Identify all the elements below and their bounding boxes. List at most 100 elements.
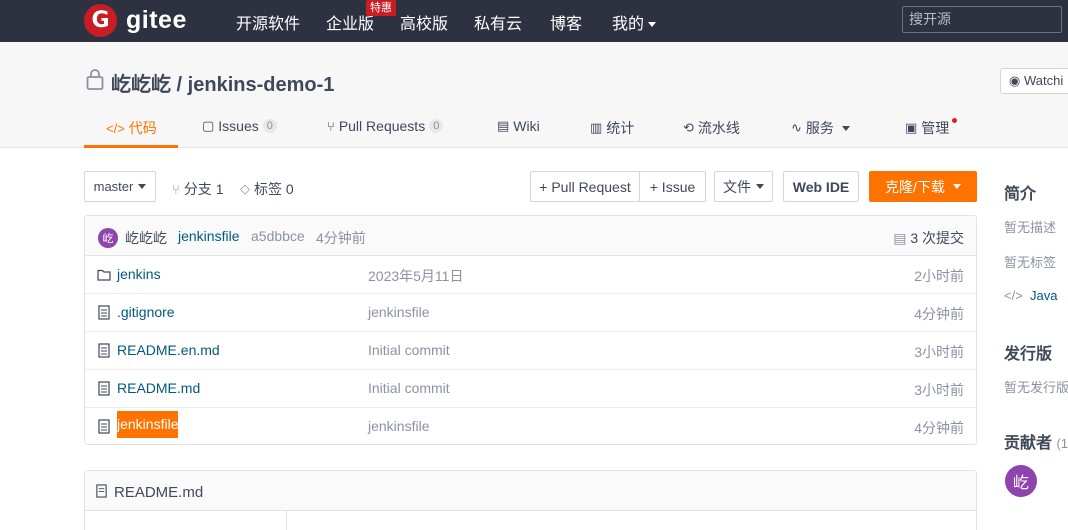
no-tags-text: 暂无标签 <box>1004 255 1057 270</box>
eye-icon: ◉ <box>1009 73 1021 88</box>
contributors-heading: 贡献者 (1 <box>1004 429 1068 453</box>
branches-link[interactable]: ⑂ 分支 1 <box>172 179 224 199</box>
language-link[interactable]: </> Java <box>1004 288 1058 303</box>
web-ide-button[interactable]: Web IDE <box>783 171 859 202</box>
file-name[interactable]: README.en.md <box>117 342 220 358</box>
commit-hash[interactable]: a5dbbce <box>251 228 305 244</box>
gitee-logo-text: gitee <box>126 6 187 34</box>
avatar[interactable]: 屹 <box>98 228 118 248</box>
branch-select[interactable]: master <box>84 171 156 202</box>
clone-download-label: 克隆/下载 <box>885 178 945 195</box>
gitee-logo-icon: G <box>84 4 117 37</box>
pull-request-icon: ⑂ <box>327 118 335 134</box>
tab-services[interactable]: ∿ 服务 <box>791 118 850 138</box>
bar-chart-icon: ▥ <box>590 120 603 135</box>
tab-code[interactable]: </> 代码 <box>106 118 157 138</box>
top-navbar: G gitee 开源软件 企业版 特惠 高校版 私有云 博客 我的 搜开源 <box>0 0 1068 42</box>
commit-time: 4分钟前 <box>316 230 366 246</box>
file-commit-message[interactable]: Initial commit <box>368 342 450 358</box>
chevron-down-icon <box>138 184 147 189</box>
tab-issues[interactable]: ▢ Issues 0 <box>202 118 277 134</box>
nav-blog[interactable]: 博客 <box>550 10 582 34</box>
repo-title[interactable]: 屹屹屹 / jenkins-demo-1 <box>111 68 334 97</box>
file-commit-message[interactable]: jenkinsfile <box>368 418 429 434</box>
contributors-count: (1 <box>1056 436 1068 451</box>
commit-count: 3 次提交 <box>910 230 964 246</box>
chevron-down-icon <box>952 184 961 189</box>
avatar[interactable]: 屹 <box>1005 465 1037 497</box>
nav-private-cloud[interactable]: 私有云 <box>474 10 522 34</box>
tab-issues-label: Issues <box>218 118 259 134</box>
tab-stats[interactable]: ▥ 统计 <box>590 118 634 138</box>
file-name[interactable]: jenkins <box>117 266 161 282</box>
tab-services-label: 服务 <box>805 120 834 136</box>
settings-doc-icon: ▣ <box>905 120 918 135</box>
tab-manage-label: 管理 <box>921 120 950 136</box>
file-time: 4分钟前 <box>914 306 964 322</box>
notification-dot <box>952 117 958 123</box>
table-row[interactable]: README.md Initial commit 3小时前 <box>85 370 976 408</box>
chevron-down-icon <box>648 22 657 28</box>
issues-count: 0 <box>262 119 277 133</box>
tab-wiki-label: Wiki <box>513 118 540 134</box>
table-row[interactable]: README.en.md Initial commit 3小时前 <box>85 332 976 370</box>
nav-mine-dropdown[interactable]: 我的 <box>612 10 657 34</box>
new-pull-request-button[interactable]: + Pull Request <box>530 171 640 202</box>
no-releases-text: 暂无发行版 <box>1004 380 1068 395</box>
file-commit-message[interactable]: Initial commit <box>368 380 450 396</box>
chevron-down-icon <box>841 125 850 131</box>
tab-pipeline[interactable]: ⟲ 流水线 <box>683 118 740 138</box>
active-tab-indicator <box>84 145 178 148</box>
commit-message[interactable]: jenkinsfile <box>178 228 239 244</box>
table-row[interactable]: jenkins 2023年5月11日 2小时前 <box>85 256 976 294</box>
file-commit-message[interactable]: 2023年5月11日 <box>368 266 463 286</box>
tags-link[interactable]: ◇ 标签 0 <box>240 179 294 199</box>
branches-label: 分支 1 <box>183 181 224 197</box>
tab-pull-requests[interactable]: ⑂ Pull Requests 0 <box>327 118 444 134</box>
new-issue-button[interactable]: + Issue <box>639 171 706 202</box>
latest-commit-bar: 屹 屹屹屹 jenkinsfile a5dbbce 4分钟前 ▤ 3 次提交 <box>85 216 976 256</box>
file-list: 屹 屹屹屹 jenkinsfile a5dbbce 4分钟前 ▤ 3 次提交 j… <box>84 215 977 445</box>
file-name[interactable]: .gitignore <box>117 304 175 320</box>
file-dropdown[interactable]: 文件 <box>714 171 773 202</box>
tags-label: 标签 0 <box>254 181 294 197</box>
tab-wiki[interactable]: ▤ Wiki <box>497 118 540 134</box>
pulse-icon: ∿ <box>791 120 802 135</box>
clone-download-button[interactable]: 克隆/下载 <box>869 171 977 202</box>
branch-select-label: master <box>93 179 134 194</box>
commits-icon: ▤ <box>893 230 907 246</box>
book-icon <box>96 484 107 498</box>
file-name[interactable]: README.md <box>117 380 200 396</box>
file-time: 2小时前 <box>914 268 964 284</box>
language-label: Java <box>1030 288 1058 303</box>
readme-title: README.md <box>114 484 204 501</box>
gitee-logo[interactable]: G gitee <box>84 4 187 37</box>
tab-code-label: 代码 <box>128 120 157 136</box>
commit-author[interactable]: 屹屹屹 <box>125 228 167 248</box>
nav-open-source[interactable]: 开源软件 <box>236 10 300 34</box>
tab-pipeline-label: 流水线 <box>697 120 740 136</box>
file-time: 4分钟前 <box>914 420 964 436</box>
chevron-down-icon <box>756 184 764 189</box>
contributors-label: 贡献者 <box>1004 435 1053 452</box>
table-row[interactable]: .gitignore jenkinsfile 4分钟前 <box>85 294 976 332</box>
nav-university[interactable]: 高校版 <box>400 10 448 34</box>
tab-manage[interactable]: ▣ 管理 <box>905 117 958 138</box>
search-input[interactable]: 搜开源 <box>902 6 1062 33</box>
file-icon <box>98 419 110 434</box>
file-icon <box>98 381 110 396</box>
no-description-text: 暂无描述 <box>1004 220 1057 235</box>
code-icon: </> <box>106 120 125 136</box>
watch-button[interactable]: ◉ Watchi <box>1000 68 1068 94</box>
wiki-icon: ▤ <box>497 118 510 133</box>
file-commit-message[interactable]: jenkinsfile <box>368 304 429 320</box>
pull-requests-count: 0 <box>429 119 444 133</box>
readme-panel: README.md <box>84 470 977 530</box>
commit-count-link[interactable]: ▤ 3 次提交 <box>893 228 964 248</box>
file-name-selected[interactable]: jenkinsfile <box>117 411 179 438</box>
tab-pull-requests-label: Pull Requests <box>338 118 426 134</box>
file-dropdown-label: 文件 <box>723 178 751 195</box>
table-row[interactable]: jenkinsfile jenkinsfile 4分钟前 <box>85 408 976 446</box>
issue-icon: ▢ <box>202 118 215 133</box>
folder-icon <box>97 269 111 281</box>
